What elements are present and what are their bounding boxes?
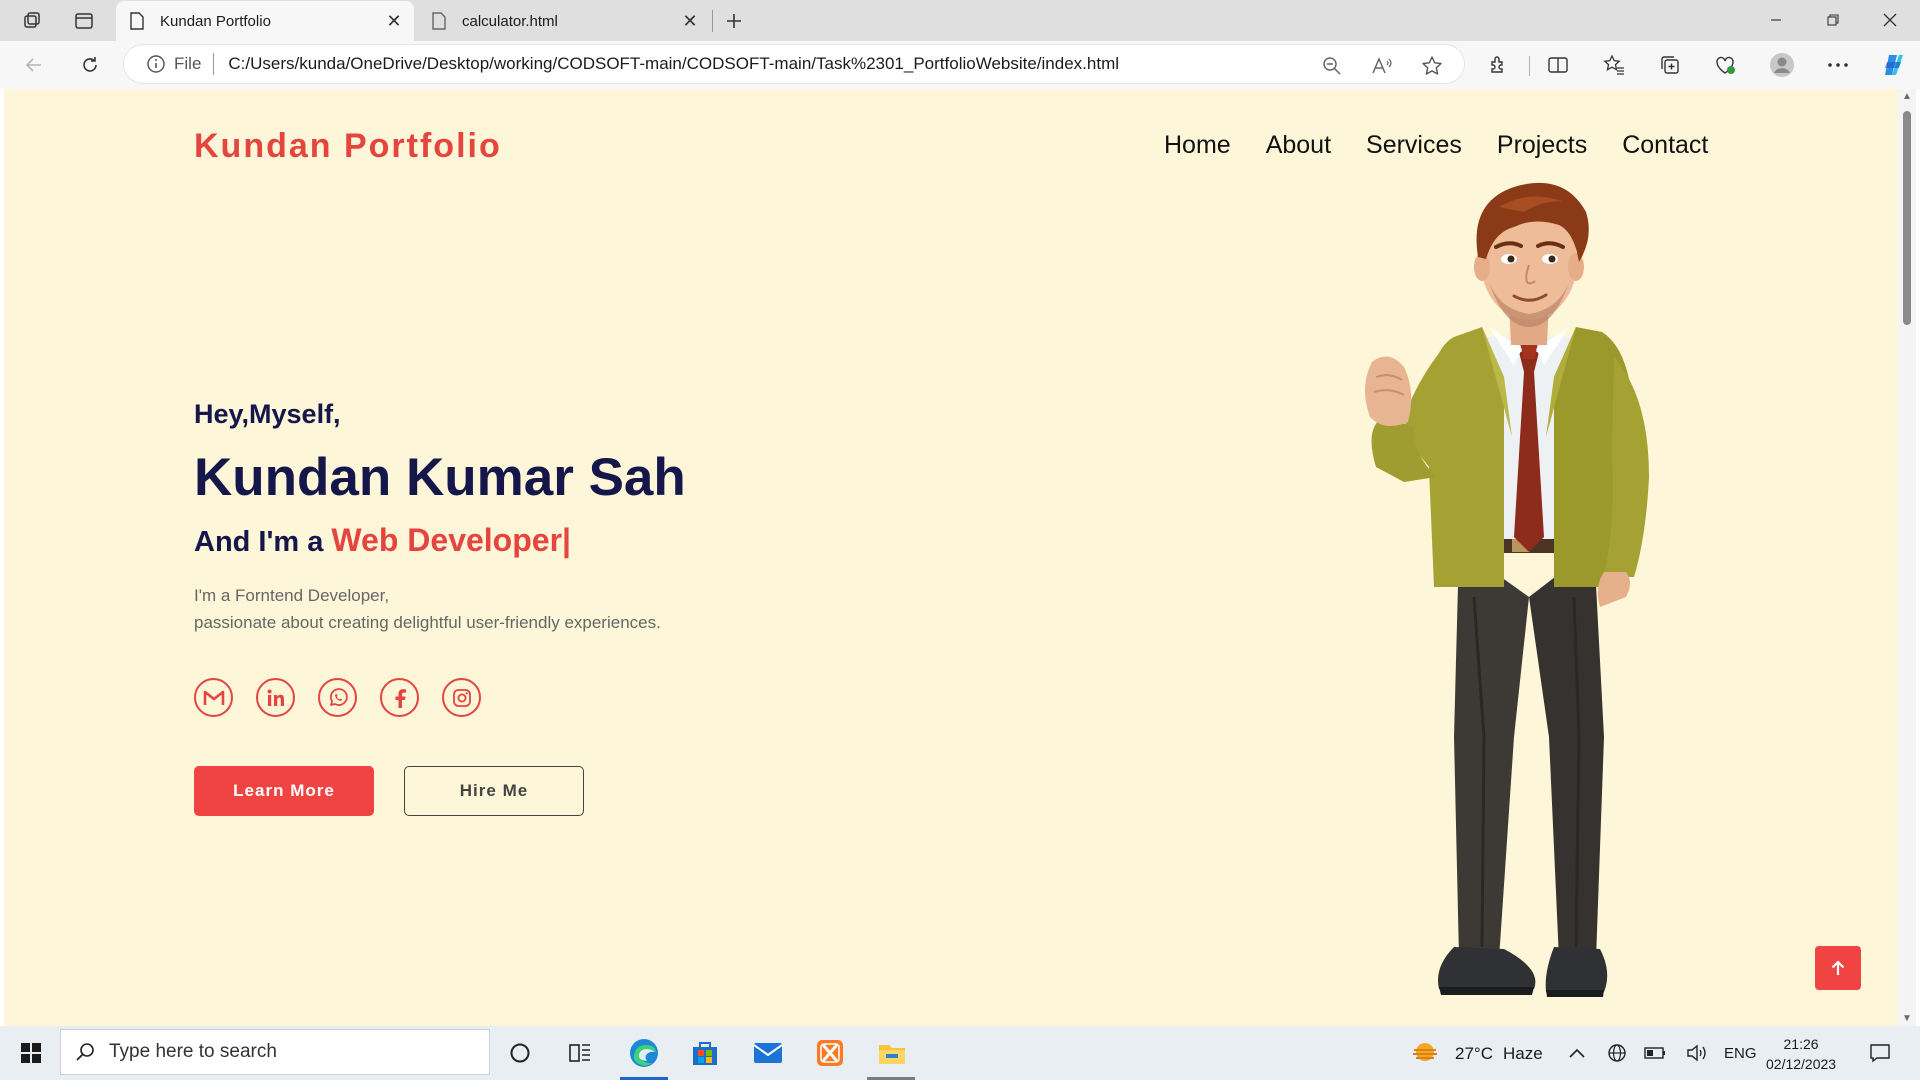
hero-name: Kundan Kumar Sah — [194, 448, 686, 507]
hero-greeting: Hey,Myself, — [194, 399, 341, 429]
whatsapp-icon[interactable] — [318, 678, 357, 717]
refresh-button[interactable] — [72, 47, 108, 83]
linkedin-icon[interactable] — [256, 678, 295, 717]
role-typed-text: Web Developer| — [331, 522, 571, 558]
more-options-icon[interactable] — [1820, 47, 1856, 83]
tab-divider — [712, 10, 713, 32]
tab-calculator[interactable]: calculator.html ✕ — [418, 1, 710, 41]
hire-me-button[interactable]: Hire Me — [404, 766, 584, 816]
windows-taskbar: Type here to search 27°C Haze ENG 21:26 … — [0, 1026, 1920, 1080]
network-globe-icon[interactable] — [1600, 1031, 1634, 1075]
tab-title: calculator.html — [462, 12, 558, 30]
clock-date: 02/12/2023 — [1766, 1056, 1837, 1072]
info-icon[interactable] — [146, 54, 166, 74]
browser-essentials-icon[interactable] — [1707, 47, 1743, 83]
volume-icon[interactable] — [1680, 1031, 1714, 1075]
weather-temp[interactable]: 27°C — [1455, 1044, 1493, 1064]
tab-title: Kundan Portfolio — [160, 12, 271, 30]
collections-icon[interactable] — [1652, 47, 1688, 83]
split-screen-icon[interactable] — [1540, 47, 1576, 83]
search-placeholder: Type here to search — [109, 1041, 277, 1062]
windows-start-icon[interactable] — [6, 1031, 56, 1075]
social-links — [194, 678, 504, 717]
zoom-out-icon[interactable] — [1319, 53, 1345, 79]
copilot-icon[interactable] — [1876, 47, 1912, 83]
battery-icon[interactable] — [1638, 1031, 1672, 1075]
profile-avatar[interactable] — [1764, 47, 1800, 83]
minimize-button[interactable] — [1748, 0, 1804, 40]
close-tab-icon[interactable]: ✕ — [678, 9, 702, 33]
close-window-button[interactable] — [1862, 0, 1918, 40]
weather-condition[interactable]: Haze — [1503, 1044, 1543, 1064]
tab-kundan-portfolio[interactable]: Kundan Portfolio ✕ — [116, 1, 414, 41]
favorites-icon[interactable] — [1596, 47, 1632, 83]
input-language[interactable]: ENG — [1724, 1045, 1757, 1062]
arrow-up-icon — [1831, 960, 1845, 975]
nav-about[interactable]: About — [1266, 131, 1331, 160]
learn-more-button[interactable]: Learn More — [194, 766, 374, 816]
tab-strip: Kundan Portfolio ✕ calculator.html ✕ — [0, 0, 1920, 41]
scroll-to-top-button[interactable] — [1815, 946, 1861, 990]
address-divider — [213, 53, 215, 75]
page-scrollbar[interactable]: ▲ ▼ — [1898, 89, 1916, 1026]
role-prefix: And I'm a — [194, 526, 324, 558]
cortana-icon[interactable] — [495, 1031, 545, 1075]
nav-projects[interactable]: Projects — [1497, 131, 1587, 160]
nav-services[interactable]: Services — [1366, 131, 1462, 160]
workspaces-icon[interactable] — [14, 6, 50, 36]
scheme-label: File — [174, 54, 202, 73]
page-icon — [432, 12, 448, 30]
scroll-up-arrow-icon[interactable]: ▲ — [1902, 91, 1912, 102]
microsoft-store-icon[interactable] — [680, 1031, 730, 1075]
nav-contact[interactable]: Contact — [1622, 131, 1708, 160]
address-bar[interactable]: File C:/Users/kunda/OneDrive/Desktop/wor… — [124, 45, 1464, 83]
weather-icon[interactable] — [1405, 1031, 1445, 1075]
browser-toolbar: File C:/Users/kunda/OneDrive/Desktop/wor… — [0, 41, 1920, 89]
new-tab-button[interactable] — [718, 6, 750, 36]
nav-home[interactable]: Home — [1164, 131, 1231, 160]
hero-description: I'm a Forntend Developer, passionate abo… — [194, 582, 661, 636]
task-view-icon[interactable] — [555, 1031, 605, 1075]
read-aloud-icon[interactable] — [1369, 53, 1395, 79]
xampp-icon[interactable] — [805, 1031, 855, 1075]
desc-line-1: I'm a Forntend Developer, — [194, 586, 390, 605]
hero-character-illustration — [1364, 182, 1649, 997]
url-text[interactable]: C:/Users/kunda/OneDrive/Desktop/working/… — [228, 54, 1119, 74]
scrollbar-thumb[interactable] — [1903, 111, 1911, 325]
search-icon — [75, 1042, 95, 1062]
gmail-icon[interactable] — [194, 678, 233, 717]
favorite-star-icon[interactable] — [1419, 53, 1445, 79]
taskbar-search-box[interactable]: Type here to search — [60, 1029, 490, 1075]
toolbar-divider — [1529, 56, 1530, 76]
close-tab-icon[interactable]: ✕ — [382, 9, 406, 33]
tab-actions-icon[interactable] — [66, 6, 102, 36]
chevron-up-icon[interactable] — [1562, 1031, 1592, 1075]
clock-time: 21:26 — [1783, 1036, 1819, 1052]
instagram-icon[interactable] — [442, 678, 481, 717]
hero-role: And I'm a Web Developer| — [194, 522, 571, 559]
desc-line-2: passionate about creating delightful use… — [194, 613, 661, 632]
taskbar-clock[interactable]: 21:26 02/12/2023 — [1766, 1034, 1836, 1074]
page-icon — [130, 12, 146, 30]
mail-icon[interactable] — [743, 1031, 793, 1075]
scroll-down-arrow-icon[interactable]: ▼ — [1902, 1013, 1912, 1024]
edge-taskbar-icon[interactable] — [619, 1031, 669, 1075]
back-button[interactable] — [16, 47, 52, 83]
notifications-icon[interactable] — [1855, 1031, 1905, 1075]
file-explorer-icon[interactable] — [867, 1031, 917, 1075]
page-viewport: Kundan Portfolio Home About Services Pro… — [4, 89, 1898, 1026]
extensions-icon[interactable] — [1480, 47, 1516, 83]
restore-button[interactable] — [1805, 0, 1861, 40]
site-logo[interactable]: Kundan Portfolio — [194, 127, 502, 166]
site-nav: Home About Services Projects Contact — [1164, 131, 1708, 160]
facebook-icon[interactable] — [380, 678, 419, 717]
